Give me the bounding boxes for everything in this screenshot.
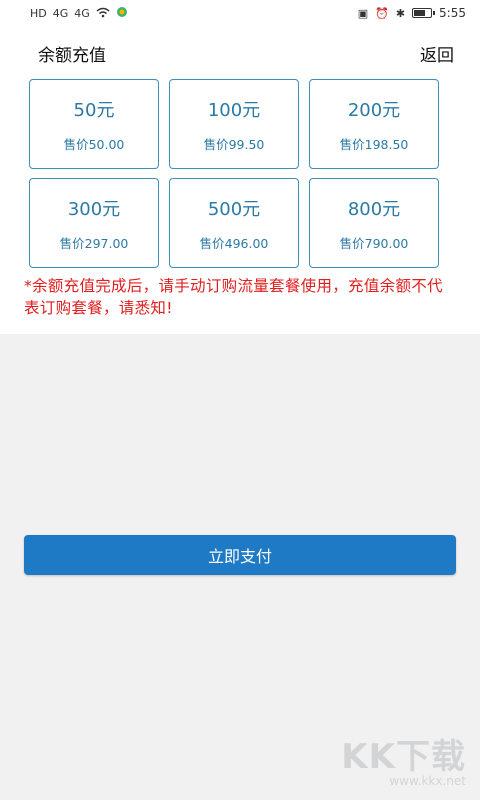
pay-now-button[interactable]: 立即支付 [24,535,456,575]
option-amount: 500元 [207,198,261,220]
option-amount: 200元 [347,99,401,121]
amount-option-500[interactable]: 500元 售价496.00 [169,178,299,268]
amount-option-100[interactable]: 100元 售价99.50 [169,79,299,169]
header: 余额充值 返回 [0,26,480,80]
amount-option-200[interactable]: 200元 售价198.50 [309,79,439,169]
amount-option-300[interactable]: 300元 售价297.00 [29,178,159,268]
amount-grid: 50元 售价50.00 100元 售价99.50 200元 售价198.50 3… [29,79,439,268]
option-amount: 300元 [67,198,121,220]
page-title: 余额充值 [38,45,106,66]
alarm-icon: ⏰ [375,6,389,20]
status-bar: HD 4G 4G ▣ ⏰ ✱ 5:55 [0,0,480,26]
option-amount: 800元 [347,198,401,220]
option-amount: 50元 [73,99,115,121]
status-left: HD 4G 4G [30,6,128,20]
signal-4g-2-icon: 4G [74,6,90,20]
option-price: 售价99.50 [203,136,265,152]
hd-icon: HD [30,6,47,20]
recharge-panel: 余额充值 返回 50元 售价50.00 100元 售价99.50 200元 售价… [0,26,480,334]
signal-4g-icon: 4G [52,6,69,20]
battery-icon [412,8,436,18]
app-icon [116,6,128,20]
amount-option-800[interactable]: 800元 售价790.00 [309,178,439,268]
option-price: 售价198.50 [339,136,409,152]
status-right: ▣ ⏰ ✱ 5:55 [358,6,466,20]
watermark-url: www.kkx.net [389,774,466,788]
option-price: 售价496.00 [199,235,269,251]
option-price: 售价50.00 [63,136,125,152]
back-button[interactable]: 返回 [420,41,454,66]
watermark-logo: KK下载 [341,737,466,777]
option-price: 售价297.00 [59,235,129,251]
bluetooth-icon: ✱ [395,6,406,20]
option-amount: 100元 [207,99,261,121]
status-time: 5:55 [439,6,466,20]
wifi-icon [96,7,110,20]
recharge-notice: *余额充值完成后，请手动订购流量套餐使用，充值余额不代表订购套餐，请悉知! [24,277,443,317]
nfc-icon: ▣ [357,6,369,20]
amount-option-50[interactable]: 50元 售价50.00 [29,79,159,169]
option-price: 售价790.00 [339,235,409,251]
watermark: KK下载 www.kkx.net [341,729,466,788]
